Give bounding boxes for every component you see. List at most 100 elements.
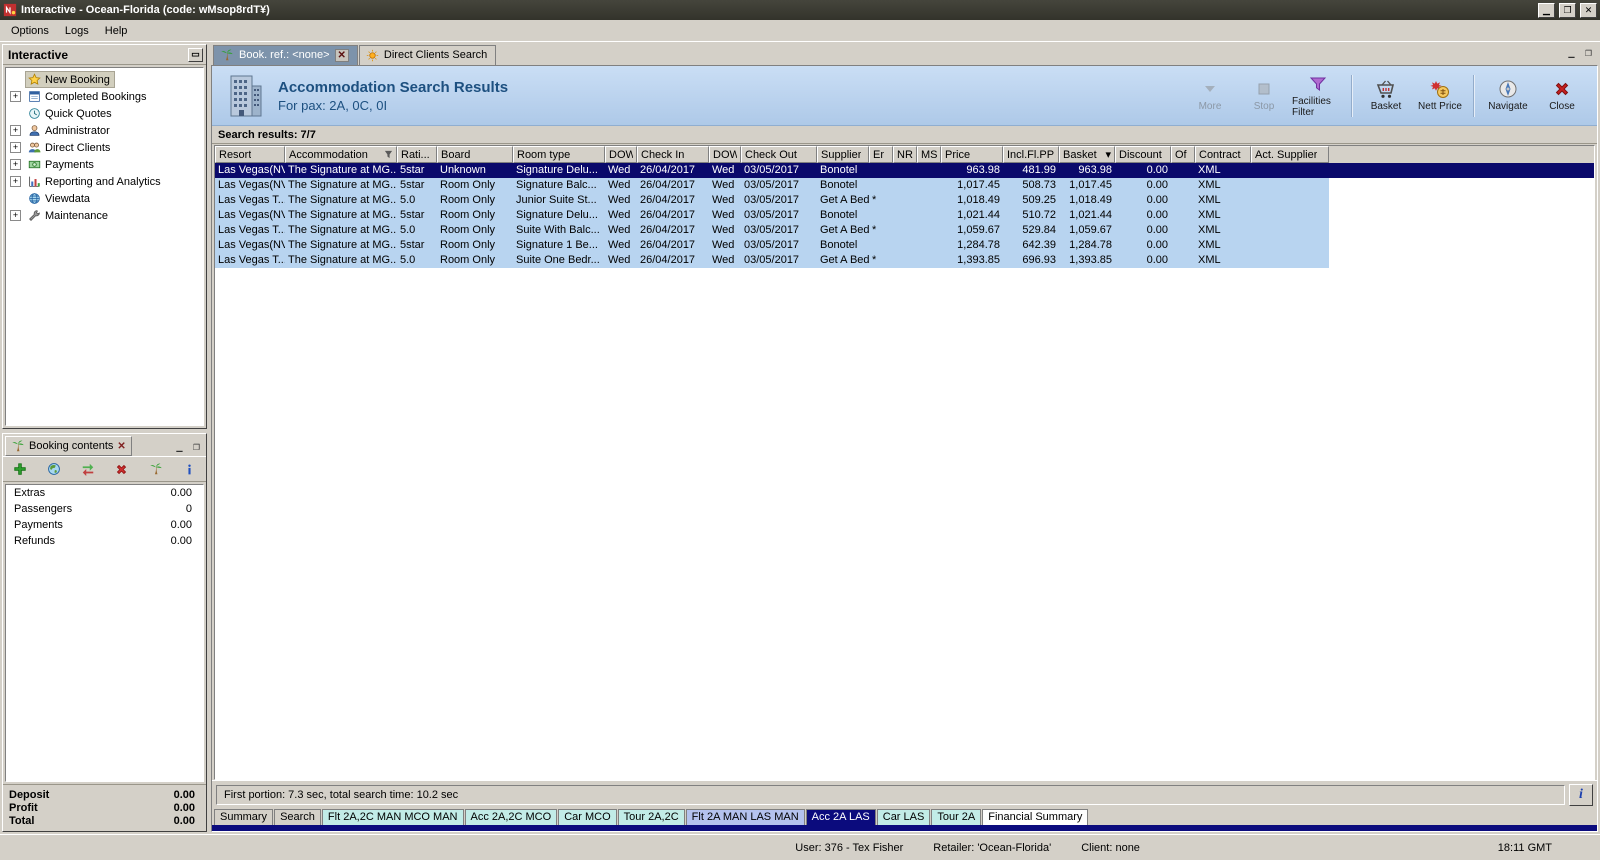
expander-icon[interactable]: + bbox=[10, 142, 21, 153]
column-header-discount[interactable]: Discount bbox=[1115, 146, 1171, 163]
sidebar-item-reporting-and-analytics[interactable]: + Reporting and Analytics bbox=[6, 173, 203, 190]
tab-book-ref-none[interactable]: Book. ref.: <none> ✕ bbox=[213, 45, 358, 65]
table-cell: 5star bbox=[400, 239, 425, 251]
menu-help[interactable]: Help bbox=[97, 22, 136, 40]
info-button[interactable]: i bbox=[1569, 783, 1593, 806]
column-header-label: Check In bbox=[641, 148, 685, 161]
table-row[interactable]: Las Vegas(NV) The Signature at MG... 5star… bbox=[215, 163, 1594, 178]
table-row[interactable]: Las Vegas T... The Signature at MG... 5.0 R… bbox=[215, 193, 1329, 208]
delete-button[interactable] bbox=[112, 459, 132, 479]
table-row[interactable]: Las Vegas(NV) The Signature at MG... 5star… bbox=[215, 178, 1329, 193]
expander-icon[interactable]: + bbox=[10, 91, 21, 102]
basket-button[interactable]: Basket bbox=[1359, 76, 1413, 115]
booking-contents-tab[interactable]: Booking contents ✕ bbox=[5, 436, 132, 456]
column-header-price[interactable]: Price bbox=[941, 146, 1003, 163]
globe-icon bbox=[28, 192, 41, 205]
sidebar-item-completed-bookings[interactable]: + Completed Bookings bbox=[6, 88, 203, 105]
table-cell bbox=[893, 223, 917, 238]
status-info: User: 376 - Tex Fisher Retailer: 'Ocean-… bbox=[795, 842, 1140, 854]
bottom-tab-search[interactable]: Search bbox=[274, 809, 321, 825]
bottom-tab-tour-2a[interactable]: Tour 2A bbox=[931, 809, 982, 825]
sidebar-item-payments[interactable]: + Payments bbox=[6, 156, 203, 173]
table-cell: Room Only bbox=[440, 224, 496, 236]
column-header-dow[interactable]: DOW bbox=[709, 146, 741, 163]
column-header-contract[interactable]: Contract bbox=[1195, 146, 1251, 163]
sidebar-item-administrator[interactable]: + Administrator bbox=[6, 122, 203, 139]
palm-button[interactable] bbox=[146, 459, 166, 479]
column-header-accommodation[interactable]: Accommodation bbox=[285, 146, 397, 163]
bottom-tab-financial-summary[interactable]: Financial Summary bbox=[982, 809, 1089, 825]
column-header-ms[interactable]: MS bbox=[917, 146, 941, 163]
column-header-rati[interactable]: Rati... bbox=[397, 146, 437, 163]
column-header-er[interactable]: Er bbox=[869, 146, 893, 163]
bottom-tab-car-las[interactable]: Car LAS bbox=[876, 809, 931, 825]
facilities-filter-button[interactable]: Facilities Filter bbox=[1291, 71, 1345, 121]
column-header-label: DOW bbox=[609, 148, 633, 161]
table-cell: 0.00 bbox=[1146, 179, 1168, 191]
expander-icon[interactable]: + bbox=[10, 176, 21, 187]
mdi-minimize-button[interactable]: ▁ bbox=[1564, 47, 1579, 60]
expander-icon[interactable]: + bbox=[10, 159, 21, 170]
column-header-incl-fl-pp[interactable]: Incl.Fl.PP bbox=[1003, 146, 1059, 163]
tab-close-icon[interactable]: ✕ bbox=[334, 48, 349, 62]
expander-icon[interactable]: + bbox=[10, 210, 21, 221]
window-minimize-button[interactable]: ▁ bbox=[1538, 2, 1555, 18]
column-header-check-out[interactable]: Check Out bbox=[741, 146, 817, 163]
bottom-tab-tour-2a-2c[interactable]: Tour 2A,2C bbox=[617, 809, 685, 825]
column-header-check-in[interactable]: Check In bbox=[637, 146, 709, 163]
sidebar-item-direct-clients[interactable]: + Direct Clients bbox=[6, 139, 203, 156]
column-header-label: Contract bbox=[1199, 148, 1241, 161]
bottom-tab-flt-2a-2c-man-mco-man[interactable]: Flt 2A,2C MAN MCO MAN bbox=[321, 809, 464, 825]
table-row[interactable]: Las Vegas(NV) The Signature at MG... 5star… bbox=[215, 208, 1329, 223]
more-button[interactable]: More bbox=[1183, 76, 1237, 115]
bottom-tab-car-mco[interactable]: Car MCO bbox=[558, 809, 617, 825]
column-header-act-supplier[interactable]: Act. Supplier bbox=[1251, 146, 1329, 163]
refresh-button[interactable] bbox=[78, 459, 98, 479]
bottom-tab-summary[interactable]: Summary bbox=[214, 809, 274, 825]
panel-collapse-button[interactable]: ▭ bbox=[188, 47, 203, 62]
filter-funnel-icon[interactable] bbox=[384, 150, 393, 159]
booking-restore-button[interactable]: ❐ bbox=[189, 441, 204, 454]
sidebar-item-maintenance[interactable]: + Maintenance bbox=[6, 207, 203, 224]
stop-button[interactable]: Stop bbox=[1237, 76, 1291, 115]
column-header-label: Resort bbox=[219, 148, 252, 161]
menu-options[interactable]: Options bbox=[3, 22, 57, 40]
window-close-button[interactable]: ✕ bbox=[1580, 2, 1597, 18]
table-cell: Suite One Bedr... bbox=[516, 254, 600, 266]
plus-button[interactable] bbox=[10, 459, 30, 479]
world-button[interactable] bbox=[44, 459, 64, 479]
table-cell: Las Vegas T... bbox=[218, 254, 285, 266]
sidebar-item-quick-quotes[interactable]: Quick Quotes bbox=[6, 105, 203, 122]
nett-icon bbox=[1430, 79, 1450, 99]
tab-direct-clients-search[interactable]: Direct Clients Search bbox=[358, 45, 497, 65]
column-header-supplier[interactable]: Supplier bbox=[817, 146, 869, 163]
table-row[interactable]: Las Vegas T... The Signature at MG... 5.0 R… bbox=[215, 253, 1329, 268]
booking-minimize-button[interactable]: ▁ bbox=[172, 441, 187, 454]
column-header-room-type[interactable]: Room type bbox=[513, 146, 605, 163]
sidebar-item-viewdata[interactable]: Viewdata bbox=[6, 190, 203, 207]
column-header-board[interactable]: Board bbox=[437, 146, 513, 163]
booking-totals: Deposit 0.00 Profit 0.00 Total 0.00 bbox=[3, 784, 206, 831]
sidebar-item-new-booking[interactable]: New Booking bbox=[6, 71, 203, 88]
close-button[interactable]: Close bbox=[1535, 76, 1589, 115]
column-header-of[interactable]: Of bbox=[1171, 146, 1195, 163]
info-button[interactable] bbox=[180, 459, 200, 479]
column-header-resort[interactable]: Resort bbox=[215, 146, 285, 163]
nett-price-button[interactable]: Nett Price bbox=[1413, 76, 1467, 115]
navigate-button[interactable]: Navigate bbox=[1481, 76, 1535, 115]
expander-icon[interactable]: + bbox=[10, 125, 21, 136]
bottom-tab-acc-2a-las[interactable]: Acc 2A LAS bbox=[805, 809, 876, 825]
column-header-nr[interactable]: NR bbox=[893, 146, 917, 163]
table-row[interactable]: Las Vegas(NV) The Signature at MG... 5star… bbox=[215, 238, 1329, 253]
bottom-tab-flt-2a-man-las-man[interactable]: Flt 2A MAN LAS MAN bbox=[685, 809, 805, 825]
menu-logs[interactable]: Logs bbox=[57, 22, 97, 40]
window-restore-button[interactable]: ❐ bbox=[1559, 2, 1576, 18]
column-header-dow[interactable]: DOW bbox=[605, 146, 637, 163]
mdi-restore-button[interactable]: ❐ bbox=[1581, 47, 1596, 60]
bottom-tab-acc-2a-2c-mco[interactable]: Acc 2A,2C MCO bbox=[464, 809, 558, 825]
column-header-basket[interactable]: Basket ▾ bbox=[1059, 146, 1115, 163]
booking-contents-close-icon[interactable]: ✕ bbox=[117, 441, 125, 452]
table-cell bbox=[1171, 238, 1195, 253]
banner-toolbar: More Stop Facilities Filter Basket Nett Pric… bbox=[1183, 71, 1589, 121]
table-row[interactable]: Las Vegas T... The Signature at MG... 5.0 R… bbox=[215, 223, 1329, 238]
